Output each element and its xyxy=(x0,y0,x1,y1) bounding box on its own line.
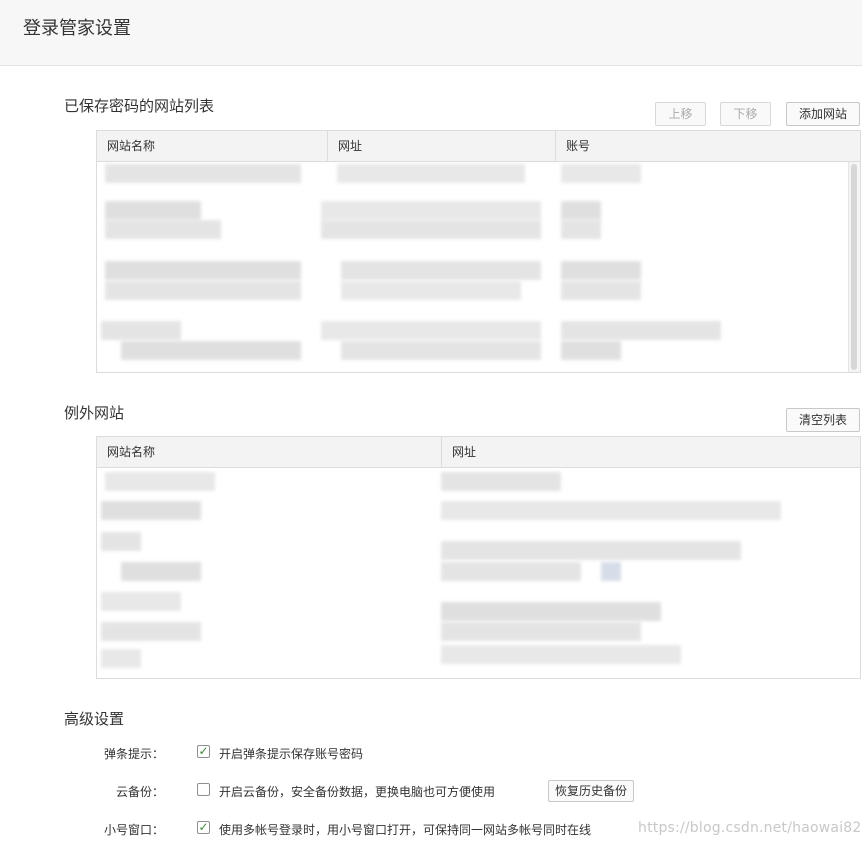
restore-backup-button[interactable]: 恢复历史备份 xyxy=(548,780,634,802)
column-header-site-name[interactable]: 网站名称 xyxy=(97,131,327,161)
table-header: 网站名称 网址 xyxy=(97,437,860,468)
page-title: 登录管家设置 xyxy=(23,18,131,39)
column-header-url[interactable]: 网址 xyxy=(441,437,859,467)
page-header: 登录管家设置 xyxy=(0,0,862,66)
column-header-url[interactable]: 网址 xyxy=(327,131,555,161)
move-up-button[interactable]: 上移 xyxy=(655,102,706,126)
small-window-text[interactable]: 使用多帐号登录时，用小号窗口打开，可保持同一网站多帐号同时在线 xyxy=(219,821,591,838)
advanced-settings-title: 高级设置 xyxy=(64,710,125,728)
watermark-text: https://blog.csdn.net/haowai82 xyxy=(638,820,862,836)
scrollbar-thumb[interactable] xyxy=(851,164,857,370)
popup-hint-label: 弹条提示： xyxy=(103,747,164,761)
clear-list-button[interactable]: 清空列表 xyxy=(786,408,860,432)
popup-hint-checkbox[interactable]: ✓ xyxy=(197,745,210,758)
move-down-button[interactable]: 下移 xyxy=(720,102,771,126)
add-site-button[interactable]: 添加网站 xyxy=(786,102,860,126)
saved-sites-title: 已保存密码的网站列表 xyxy=(64,97,215,115)
cloud-backup-label: 云备份： xyxy=(115,785,164,799)
column-header-site-name[interactable]: 网站名称 xyxy=(97,437,441,467)
table-header: 网站名称 网址 账号 xyxy=(97,131,860,162)
saved-sites-table: 网站名称 网址 账号 xyxy=(96,130,861,373)
exception-sites-title: 例外网站 xyxy=(64,404,125,422)
small-window-checkbox[interactable]: ✓ xyxy=(197,821,210,834)
saved-sites-scrollbar[interactable] xyxy=(848,162,860,372)
small-window-label: 小号窗口： xyxy=(103,823,164,837)
column-header-account[interactable]: 账号 xyxy=(555,131,849,161)
popup-hint-text[interactable]: 开启弹条提示保存账号密码 xyxy=(219,745,363,762)
check-icon: ✓ xyxy=(198,744,209,758)
cloud-backup-text[interactable]: 开启云备份，安全备份数据，更换电脑也可方便使用 xyxy=(219,783,495,800)
exception-sites-table: 网站名称 网址 xyxy=(96,436,861,679)
check-icon: ✓ xyxy=(198,820,209,834)
cloud-backup-checkbox[interactable] xyxy=(197,783,210,796)
